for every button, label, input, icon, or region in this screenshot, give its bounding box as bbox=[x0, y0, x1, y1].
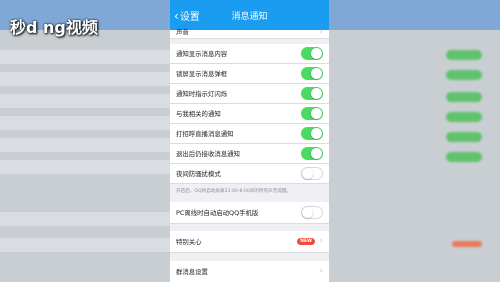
blurred-row bbox=[0, 160, 170, 174]
settings-row-led-blink[interactable]: 通知时指示灯闪烁 bbox=[170, 84, 329, 104]
toggle-knob bbox=[311, 148, 322, 159]
toggle-switch[interactable] bbox=[301, 47, 323, 60]
toggle-switch[interactable] bbox=[301, 147, 323, 160]
blurred-row bbox=[0, 116, 170, 130]
toggle-switch[interactable] bbox=[301, 206, 323, 219]
video-watermark: 秒d ng视频 bbox=[10, 18, 98, 37]
blurred-row bbox=[0, 138, 170, 152]
toggle-switch[interactable] bbox=[301, 127, 323, 140]
toggle-switch[interactable] bbox=[301, 87, 323, 100]
settings-row-greeting-live[interactable]: 打招呼直播消息通知 bbox=[170, 124, 329, 144]
blurred-row bbox=[0, 238, 170, 252]
blurred-row bbox=[0, 50, 170, 64]
blurred-toggle bbox=[446, 152, 482, 162]
chevron-right-icon: › bbox=[319, 266, 323, 276]
blurred-toggle bbox=[446, 112, 482, 122]
blurred-toggle bbox=[446, 92, 482, 102]
settings-row-pc-offline[interactable]: PC离线时自动启动QQ手机版 bbox=[170, 202, 329, 224]
toggle-knob bbox=[311, 108, 322, 119]
toggle-knob bbox=[311, 68, 322, 79]
toggle-knob bbox=[302, 207, 313, 218]
row-label: 声音 bbox=[176, 27, 189, 36]
settings-row-sound[interactable]: 声音 › bbox=[170, 27, 329, 39]
blurred-background-right bbox=[329, 0, 500, 282]
settings-row-show-content[interactable]: 通知显示消息内容 bbox=[170, 44, 329, 64]
night-mode-note: 开启后，QQ将自动屏蔽23:00-8:00间的所有声音提醒。 bbox=[176, 189, 292, 194]
settings-row-special-care[interactable]: 特别关心 NEW › bbox=[170, 231, 329, 253]
blurred-toggle bbox=[446, 132, 482, 142]
settings-row-group-messages[interactable]: 群消息设置 › bbox=[170, 261, 329, 282]
chevron-right-icon: › bbox=[319, 236, 323, 246]
blurred-navbar bbox=[329, 0, 500, 30]
blurred-toggle bbox=[446, 70, 482, 80]
chevron-right-icon: › bbox=[319, 27, 323, 37]
settings-row-night-mode[interactable]: 夜间防骚扰模式 bbox=[170, 164, 329, 184]
blurred-background-left bbox=[0, 0, 170, 282]
phone-screen: ‹ 设置 消息通知 声音 › 通知显示消息内容 锁屏显示消息弹框 通知时指示灯闪… bbox=[170, 0, 329, 282]
blurred-badge bbox=[452, 241, 482, 247]
toggle-switch[interactable] bbox=[301, 107, 323, 120]
settings-row-related-to-me[interactable]: 与我相关的通知 bbox=[170, 104, 329, 124]
page-title: 消息通知 bbox=[231, 12, 268, 22]
blurred-toggle bbox=[446, 50, 482, 60]
toggle-knob bbox=[311, 48, 322, 59]
toggle-knob bbox=[311, 88, 322, 99]
blurred-row bbox=[0, 72, 170, 86]
settings-row-lockscreen-popup[interactable]: 锁屏显示消息弹框 bbox=[170, 64, 329, 84]
toggle-switch[interactable] bbox=[301, 167, 323, 180]
toggle-knob bbox=[302, 168, 313, 179]
nav-bar: ‹ 设置 消息通知 bbox=[170, 0, 329, 30]
toggle-knob bbox=[311, 128, 322, 139]
new-badge: NEW bbox=[297, 238, 315, 245]
blurred-row bbox=[0, 94, 170, 108]
toggle-switch[interactable] bbox=[301, 67, 323, 80]
row-label: 群消息设置 bbox=[176, 268, 208, 276]
settings-row-receive-after-exit[interactable]: 退出后仍接收消息通知 bbox=[170, 144, 329, 164]
blurred-row bbox=[0, 212, 170, 226]
